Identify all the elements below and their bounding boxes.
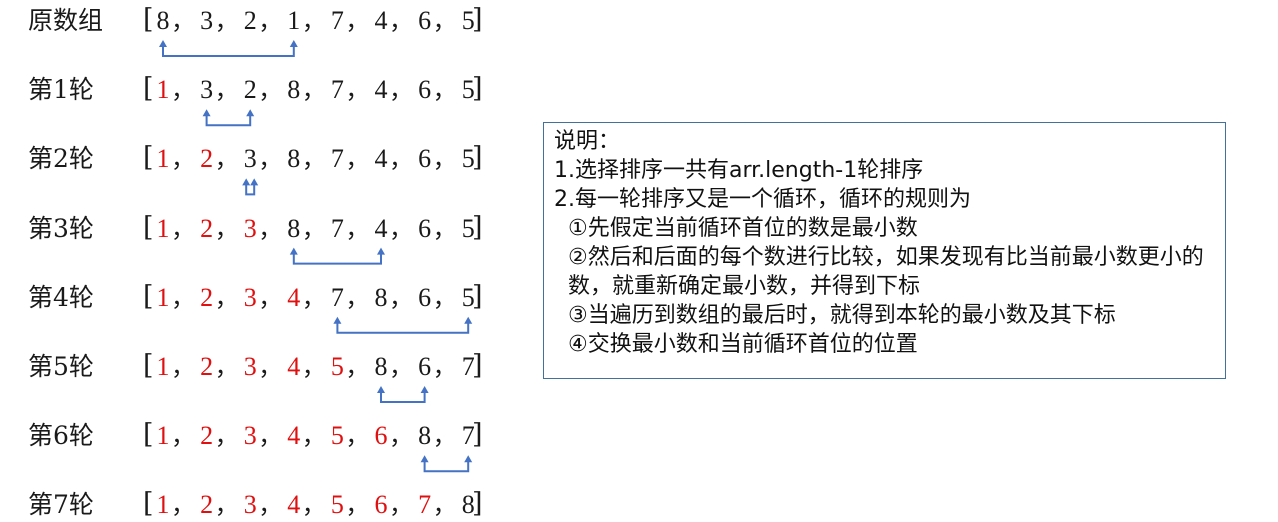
arrow-head (246, 109, 255, 117)
arrow-head (250, 178, 259, 186)
note-title: 说明： (554, 129, 621, 154)
note-line-1: 1.选择排序一共有arr.length-1轮排序 (554, 158, 924, 183)
arrow-head (377, 247, 385, 255)
swap-arrow (333, 316, 473, 334)
arrow-head (464, 316, 473, 324)
arrow-head (202, 109, 211, 117)
arrow-head (289, 247, 298, 255)
swap-arrow (377, 386, 429, 403)
swap-arrow (242, 178, 259, 196)
explanation-box: 说明： 1.选择排序一共有arr.length-1轮排序 2.每一轮排序又是一个… (543, 122, 1226, 379)
arrow-head (159, 40, 167, 47)
swap-arrow (202, 109, 255, 127)
swap-arrow (420, 455, 473, 473)
arrow-head (420, 455, 429, 463)
arrow-head (464, 455, 473, 463)
arrow-head (289, 40, 298, 47)
swap-arrow (159, 40, 298, 57)
swap-arrow (289, 247, 385, 265)
arrow-head (242, 178, 251, 186)
note-step-4: ④交换最小数和当前循环首位的位置 (568, 332, 918, 357)
note-step-1: ①先假定当前循环首位的数是最小数 (568, 216, 918, 241)
arrow-head (377, 386, 385, 393)
note-line-2: 2.每一轮排序又是一个循环，循环的规则为 (554, 187, 971, 212)
note-step-3: ③当遍历到数组的最后时，就得到本轮的最小数及其下标 (568, 303, 1116, 328)
note-step-2: ②然后和后面的每个数进行比较，如果发现有比当前最小数更小的数，就重新确定最小数，… (568, 245, 1204, 299)
arrow-head (420, 386, 429, 393)
arrow-head (333, 316, 342, 324)
